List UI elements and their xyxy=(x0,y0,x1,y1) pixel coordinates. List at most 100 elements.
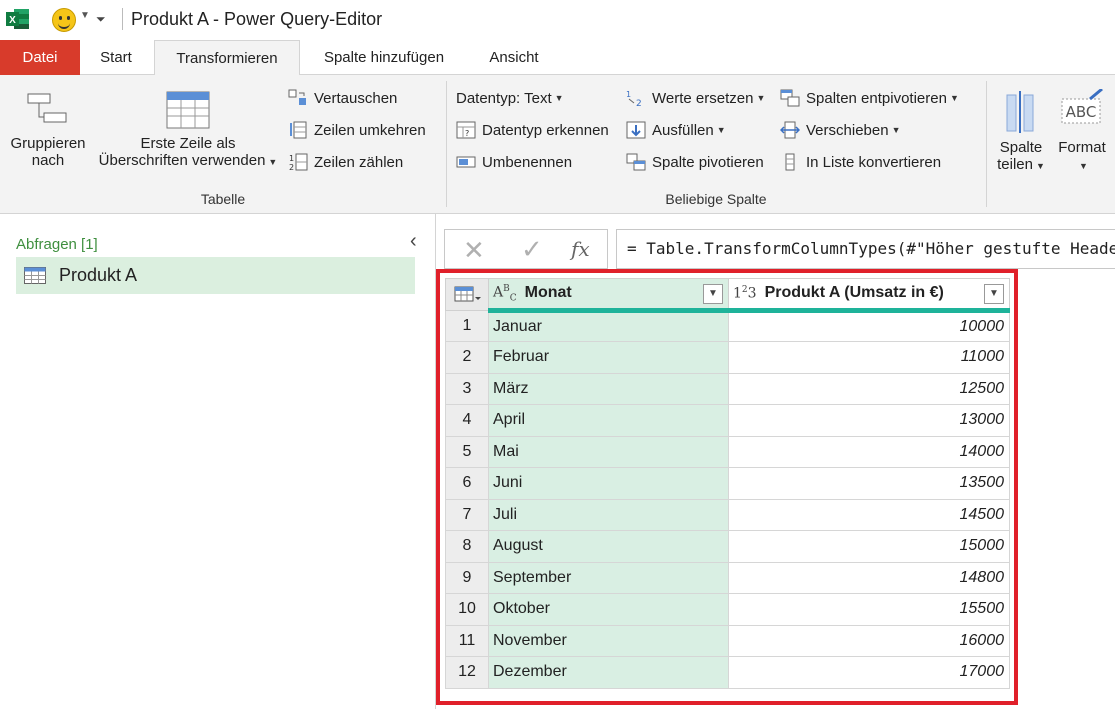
row-number[interactable]: 2 xyxy=(445,341,489,374)
filter-dropdown-icon[interactable]: ▼ xyxy=(703,284,723,304)
row-number[interactable]: 5 xyxy=(445,435,489,468)
cell-monat[interactable]: Juli xyxy=(488,498,729,531)
formula-input[interactable]: = Table.TransformColumnTypes(#"Höher ges… xyxy=(616,229,1115,269)
cell-monat[interactable]: August xyxy=(488,530,729,563)
reverse-rows-button[interactable]: Zeilen umkehren xyxy=(288,117,426,143)
fill-label: Ausfüllen xyxy=(652,121,714,139)
table-row: 2 Februar 11000 xyxy=(445,341,1010,374)
row-number[interactable]: 8 xyxy=(445,530,489,563)
cell-monat[interactable]: September xyxy=(488,561,729,594)
row-number[interactable]: 1 xyxy=(445,309,489,342)
cell-umsatz[interactable]: 15000 xyxy=(728,530,1010,563)
tab-datei[interactable]: Datei xyxy=(0,40,80,75)
cell-umsatz[interactable]: 13500 xyxy=(728,467,1010,500)
transpose-button[interactable]: Vertauschen xyxy=(288,85,397,111)
collapse-pane-icon[interactable]: ‹ xyxy=(410,230,417,253)
split-column-button[interactable]: Spalte teilen ▼ xyxy=(992,89,1050,173)
cell-umsatz[interactable]: 15500 xyxy=(728,593,1010,626)
cell-monat[interactable]: April xyxy=(488,404,729,437)
query-item-produkt-a[interactable]: Produkt A xyxy=(16,257,415,294)
svg-text:2: 2 xyxy=(289,163,294,171)
table-row: 11 November 16000 xyxy=(445,624,1010,657)
cell-umsatz[interactable]: 14800 xyxy=(728,561,1010,594)
cell-umsatz[interactable]: 10000 xyxy=(728,309,1010,342)
fx-icon[interactable]: fx xyxy=(571,237,590,261)
convert-to-list-button[interactable]: In Liste konvertieren xyxy=(780,149,941,175)
quick-access-customize-icon[interactable]: ⏷ xyxy=(96,12,106,27)
confirm-formula-icon[interactable]: ✓ xyxy=(521,234,543,265)
cell-monat[interactable]: Dezember xyxy=(488,656,729,689)
pivot-column-button[interactable]: Spalte pivotieren xyxy=(626,149,764,175)
cell-umsatz[interactable]: 12500 xyxy=(728,372,1010,405)
tab-ansicht[interactable]: Ansicht xyxy=(466,40,562,75)
replace-values-button[interactable]: 12 Werte ersetzen ▼ xyxy=(626,85,765,111)
excel-icon[interactable]: X xyxy=(6,8,30,30)
group-by-button[interactable]: Gruppieren nach xyxy=(6,91,90,181)
rename-label: Umbenennen xyxy=(482,153,573,171)
row-number[interactable]: 4 xyxy=(445,404,489,437)
feedback-caret-icon[interactable]: ▼ xyxy=(80,10,90,21)
fill-button[interactable]: Ausfüllen ▼ xyxy=(626,117,726,143)
row-number[interactable]: 9 xyxy=(445,561,489,594)
cell-monat[interactable]: Januar xyxy=(488,309,729,342)
grid-corner-menu[interactable] xyxy=(445,278,489,311)
number-type-icon[interactable]: 123 xyxy=(733,285,757,302)
replace-values-dropdown-icon[interactable]: ▼ xyxy=(756,93,765,103)
first-row-dropdown-icon[interactable]: ▼ xyxy=(268,157,277,167)
rename-button[interactable]: Umbenennen xyxy=(456,149,572,175)
cell-monat[interactable]: Juni xyxy=(488,467,729,500)
datatype-dropdown[interactable]: Datentyp: Text ▼ xyxy=(456,85,564,111)
split-column-dropdown-icon: ▼ xyxy=(1035,161,1045,171)
tab-spalte-hinzufuegen[interactable]: Spalte hinzufügen xyxy=(302,40,466,75)
cell-monat[interactable]: Oktober xyxy=(488,593,729,626)
row-number[interactable]: 10 xyxy=(445,593,489,626)
cell-umsatz[interactable]: 14000 xyxy=(728,435,1010,468)
row-number[interactable]: 11 xyxy=(445,624,489,657)
tab-start[interactable]: Start xyxy=(80,40,152,75)
group-by-label-1: Gruppieren xyxy=(10,135,86,152)
unpivot-dropdown-icon[interactable]: ▼ xyxy=(950,93,959,103)
cancel-formula-icon[interactable]: ✕ xyxy=(463,235,485,266)
row-number[interactable]: 6 xyxy=(445,467,489,500)
row-number[interactable]: 12 xyxy=(445,656,489,689)
cell-umsatz[interactable]: 11000 xyxy=(728,341,1010,374)
cell-umsatz[interactable]: 16000 xyxy=(728,624,1010,657)
count-rows-label: Zeilen zählen xyxy=(314,153,404,171)
move-button[interactable]: Verschieben ▼ xyxy=(780,117,900,143)
move-dropdown-icon[interactable]: ▼ xyxy=(892,125,901,135)
unpivot-columns-button[interactable]: Spalten entpivotieren ▼ xyxy=(780,85,959,111)
text-type-icon[interactable]: ABC xyxy=(493,284,517,303)
cell-monat[interactable]: Mai xyxy=(488,435,729,468)
move-label: Verschieben xyxy=(806,121,889,139)
count-rows-button[interactable]: 12 Zeilen zählen xyxy=(288,149,403,175)
cell-umsatz[interactable]: 14500 xyxy=(728,498,1010,531)
row-number[interactable]: 3 xyxy=(445,372,489,405)
table-row: 6 Juni 13500 xyxy=(445,467,1010,500)
detect-datatype-button[interactable]: ? Datentyp erkennen xyxy=(456,117,609,143)
cell-umsatz[interactable]: 17000 xyxy=(728,656,1010,689)
cell-monat[interactable]: November xyxy=(488,624,729,657)
queries-pane: Abfragen [1] ‹ Produkt A xyxy=(0,214,436,709)
detect-datatype-icon: ? xyxy=(456,121,476,139)
column-header-label: Monat xyxy=(524,284,572,302)
replace-values-label: Werte ersetzen xyxy=(652,89,754,107)
tab-transformieren[interactable]: Transformieren xyxy=(154,40,300,76)
cell-umsatz[interactable]: 13000 xyxy=(728,404,1010,437)
column-header-umsatz[interactable]: 123 Produkt A (Umsatz in €) ▼ xyxy=(728,278,1010,313)
feedback-smiley-icon[interactable] xyxy=(52,8,76,32)
column-header-monat[interactable]: ABC Monat ▼ xyxy=(488,278,729,313)
group-separator xyxy=(446,81,447,207)
use-first-row-as-headers-button[interactable]: Erste Zeile als Überschriften verwenden ▼ xyxy=(94,91,282,181)
fill-dropdown-icon[interactable]: ▼ xyxy=(717,125,726,135)
formula-buttons: ✕ ✓ fx xyxy=(444,229,608,269)
title-bar: X ▼ ⏷ Produkt A - Power Query-Editor xyxy=(0,0,1115,40)
cell-monat[interactable]: Februar xyxy=(488,341,729,374)
first-row-label-2: Überschriften verwenden xyxy=(98,152,266,169)
format-button[interactable]: ABC Format ▼ xyxy=(1052,89,1112,173)
reverse-rows-label: Zeilen umkehren xyxy=(314,121,426,139)
datatype-dropdown-icon: ▼ xyxy=(554,93,564,103)
column-header-label: Produkt A (Umsatz in €) xyxy=(764,284,944,302)
filter-dropdown-icon[interactable]: ▼ xyxy=(984,284,1004,304)
cell-monat[interactable]: März xyxy=(488,372,729,405)
row-number[interactable]: 7 xyxy=(445,498,489,531)
